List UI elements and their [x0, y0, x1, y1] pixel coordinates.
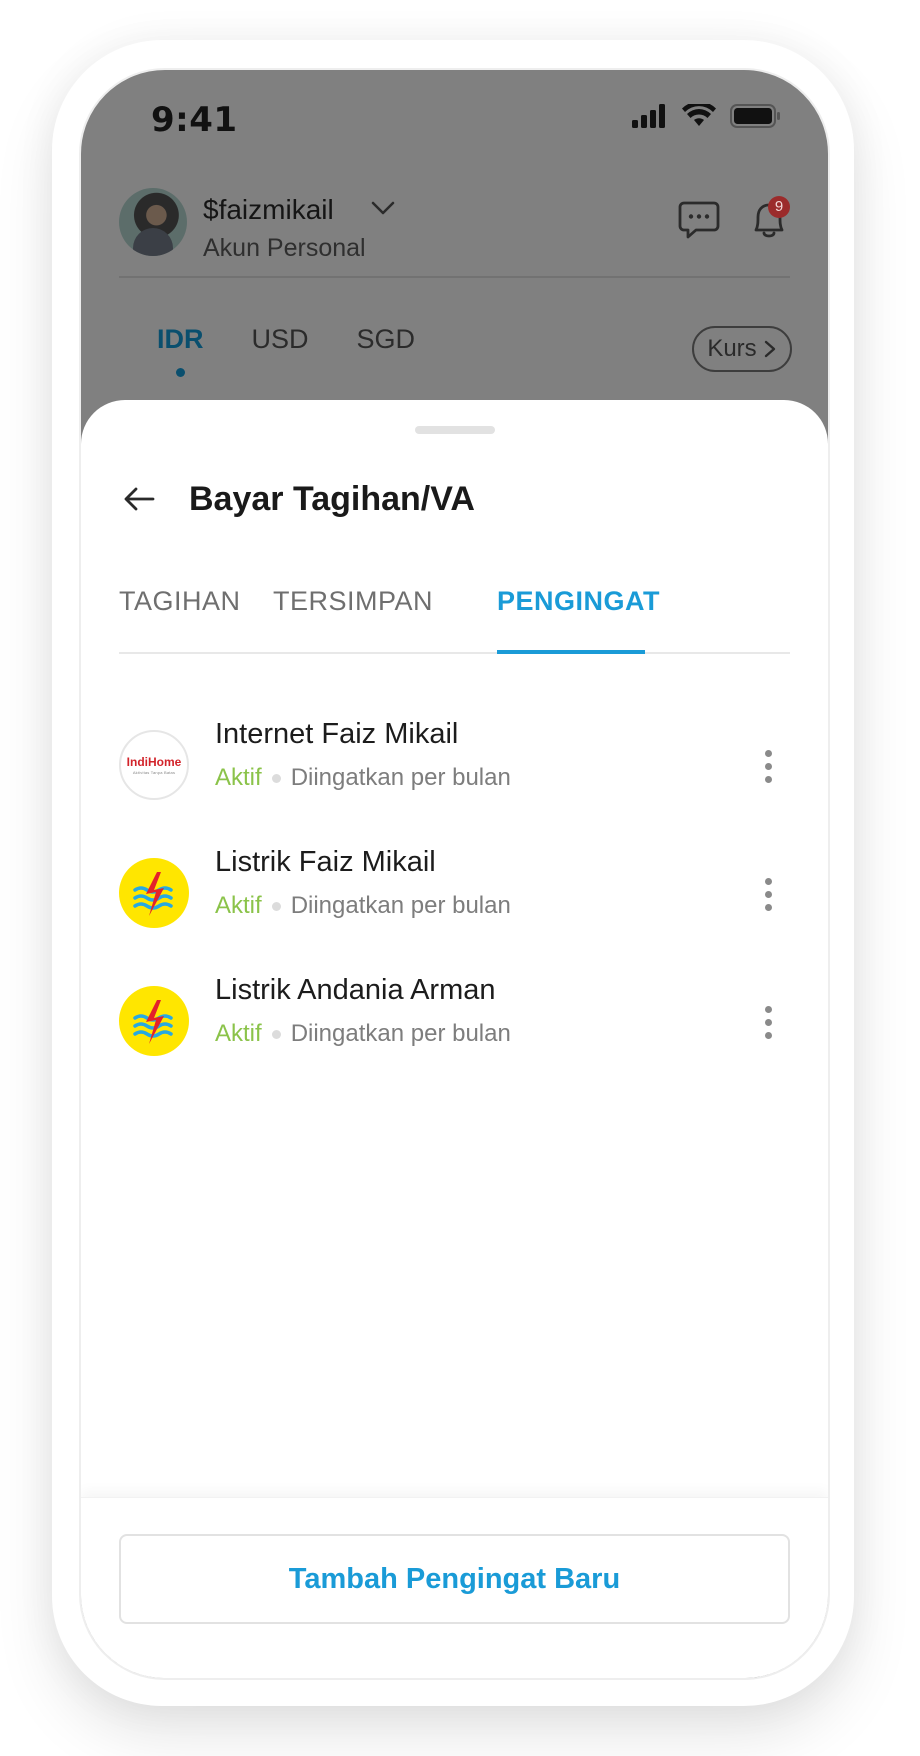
- bill-tabs: TAGIHAN TERSIMPAN PENGINGAT: [119, 576, 790, 654]
- currency-tab-label: SGD: [356, 324, 416, 354]
- currency-tab-usd[interactable]: USD: [252, 324, 309, 355]
- chevron-down-icon[interactable]: [369, 194, 397, 222]
- more-vertical-icon: [764, 749, 772, 757]
- status-badge: Aktif: [215, 764, 262, 791]
- reminder-frequency: Diingatkan per bulan: [290, 892, 511, 919]
- pln-logo: [119, 986, 189, 1056]
- status-badge: Aktif: [215, 892, 262, 919]
- avatar[interactable]: [119, 188, 187, 256]
- reminder-name: Listrik Andania Arman: [215, 974, 496, 1006]
- active-indicator-dot: [176, 368, 186, 377]
- indihome-logo-subtext: Aktivitas Tanpa Batas: [132, 769, 176, 775]
- reminder-name: Listrik Faiz Mikail: [215, 846, 436, 878]
- indihome-logo-text: IndiHome: [126, 754, 182, 769]
- currency-tab-sgd[interactable]: SGD: [357, 324, 416, 355]
- sheet-footer: Tambah Pengingat Baru: [81, 1497, 828, 1678]
- reminder-meta: Aktif Diingatkan per bulan: [215, 764, 511, 792]
- pln-logo: [119, 858, 189, 928]
- more-options-button[interactable]: [746, 736, 790, 796]
- account-type: Akun Personal: [203, 234, 366, 262]
- account-username[interactable]: $faizmikail: [203, 194, 334, 226]
- active-tab-indicator: [497, 650, 645, 654]
- kurs-label: Kurs: [707, 335, 757, 362]
- currency-tabs: IDR USD SGD: [157, 324, 416, 377]
- status-bar: 9:41: [81, 70, 828, 170]
- more-options-button[interactable]: [746, 992, 790, 1052]
- reminder-frequency: Diingatkan per bulan: [290, 764, 511, 791]
- separator-dot: [271, 773, 281, 783]
- reminder-meta: Aktif Diingatkan per bulan: [215, 892, 511, 920]
- list-item[interactable]: Listrik Faiz Mikail Aktif Diingatkan per…: [119, 846, 790, 936]
- separator-dot: [271, 1029, 281, 1039]
- wifi-icon: [682, 104, 716, 126]
- status-badge: Aktif: [215, 1020, 262, 1047]
- arrow-left-icon: [124, 487, 155, 511]
- indihome-logo: IndiHome Aktivitas Tanpa Batas: [119, 730, 189, 800]
- bottom-sheet: Bayar Tagihan/VA TAGIHAN TERSIMPAN PENGI…: [81, 400, 828, 1678]
- sheet-header: Bayar Tagihan/VA: [119, 474, 475, 524]
- currency-tab-idr[interactable]: IDR: [157, 324, 204, 377]
- tab-tagihan[interactable]: TAGIHAN: [119, 586, 241, 617]
- reminder-frequency: Diingatkan per bulan: [290, 1020, 511, 1047]
- more-options-button[interactable]: [746, 864, 790, 924]
- status-time: 9:41: [151, 100, 238, 140]
- tab-pengingat[interactable]: PENGINGAT: [497, 586, 660, 617]
- notification-badge: 9: [768, 196, 790, 218]
- back-button[interactable]: [119, 479, 159, 519]
- list-item[interactable]: IndiHome Aktivitas Tanpa Batas Internet …: [119, 718, 790, 808]
- page-title: Bayar Tagihan/VA: [189, 479, 475, 518]
- pln-lightning-icon: [133, 872, 173, 916]
- phone-screen: 9:41 $faizmikail Akun Personal 9 IDR USD…: [79, 68, 830, 1680]
- tab-tersimpan[interactable]: TERSIMPAN: [273, 586, 433, 617]
- sheet-drag-handle[interactable]: [414, 426, 495, 434]
- list-item[interactable]: Listrik Andania Arman Aktif Diingatkan p…: [119, 974, 790, 1064]
- account-header: $faizmikail Akun Personal 9: [119, 188, 790, 278]
- add-reminder-button[interactable]: Tambah Pengingat Baru: [119, 1534, 790, 1624]
- more-vertical-icon: [764, 877, 772, 885]
- separator-dot: [271, 901, 281, 911]
- header-divider: [119, 276, 790, 278]
- cellular-signal-icon: [632, 104, 665, 128]
- status-icons: [632, 104, 782, 128]
- battery-icon: [730, 104, 780, 128]
- more-vertical-icon: [764, 1005, 772, 1013]
- chat-icon[interactable]: [678, 200, 720, 240]
- currency-tab-label: USD: [251, 324, 309, 354]
- currency-tab-label: IDR: [157, 324, 204, 354]
- pln-lightning-icon: [133, 1000, 173, 1044]
- reminder-name: Internet Faiz Mikail: [215, 718, 459, 750]
- reminder-meta: Aktif Diingatkan per bulan: [215, 1020, 511, 1048]
- chevron-right-icon: [764, 340, 775, 358]
- kurs-button[interactable]: Kurs: [692, 326, 792, 372]
